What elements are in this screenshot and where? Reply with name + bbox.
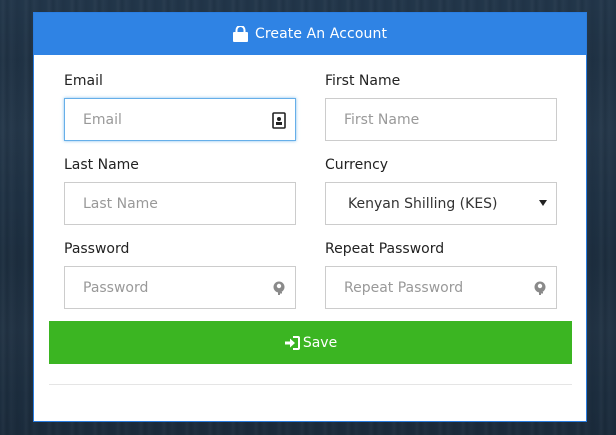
last-name-input-wrap bbox=[64, 182, 296, 225]
repeat-password-group: Repeat Password bbox=[325, 239, 557, 309]
sign-in-icon bbox=[284, 335, 300, 350]
currency-group: Currency Kenyan Shilling (KES) bbox=[325, 155, 557, 225]
caret-down-icon bbox=[539, 200, 547, 206]
panel-title: Create An Account bbox=[254, 26, 388, 42]
first-name-input-wrap bbox=[325, 98, 557, 141]
password-input-wrap bbox=[64, 266, 296, 309]
currency-label: Currency bbox=[325, 157, 389, 173]
key-icon bbox=[534, 281, 546, 295]
save-button[interactable]: Save bbox=[49, 321, 572, 364]
password-label: Password bbox=[64, 241, 130, 257]
repeat-password-label: Repeat Password bbox=[325, 241, 445, 257]
password-input[interactable] bbox=[65, 267, 295, 308]
last-name-input[interactable] bbox=[65, 183, 295, 224]
panel-header: Create An Account bbox=[34, 13, 586, 55]
currency-select[interactable]: Kenyan Shilling (KES) bbox=[326, 183, 556, 224]
lock-icon bbox=[232, 26, 248, 42]
currency-select-wrap: Kenyan Shilling (KES) bbox=[325, 182, 557, 225]
email-input-wrap bbox=[64, 98, 296, 141]
create-account-panel: Create An Account Email First Name L bbox=[33, 12, 587, 422]
first-name-group: First Name bbox=[325, 71, 557, 141]
email-input[interactable] bbox=[65, 99, 295, 140]
divider bbox=[49, 384, 572, 385]
last-name-label: Last Name bbox=[64, 157, 139, 173]
key-icon bbox=[273, 281, 285, 295]
repeat-password-input-wrap bbox=[325, 266, 557, 309]
email-label: Email bbox=[64, 73, 103, 89]
last-name-group: Last Name bbox=[64, 155, 296, 225]
password-group: Password bbox=[64, 239, 296, 309]
email-group: Email bbox=[64, 71, 296, 141]
repeat-password-input[interactable] bbox=[326, 267, 556, 308]
contact-card-icon[interactable] bbox=[271, 112, 287, 129]
first-name-input[interactable] bbox=[326, 99, 556, 140]
save-label: Save bbox=[302, 334, 338, 351]
form-body: Email First Name Last Name bbox=[34, 55, 586, 421]
first-name-label: First Name bbox=[325, 73, 401, 89]
